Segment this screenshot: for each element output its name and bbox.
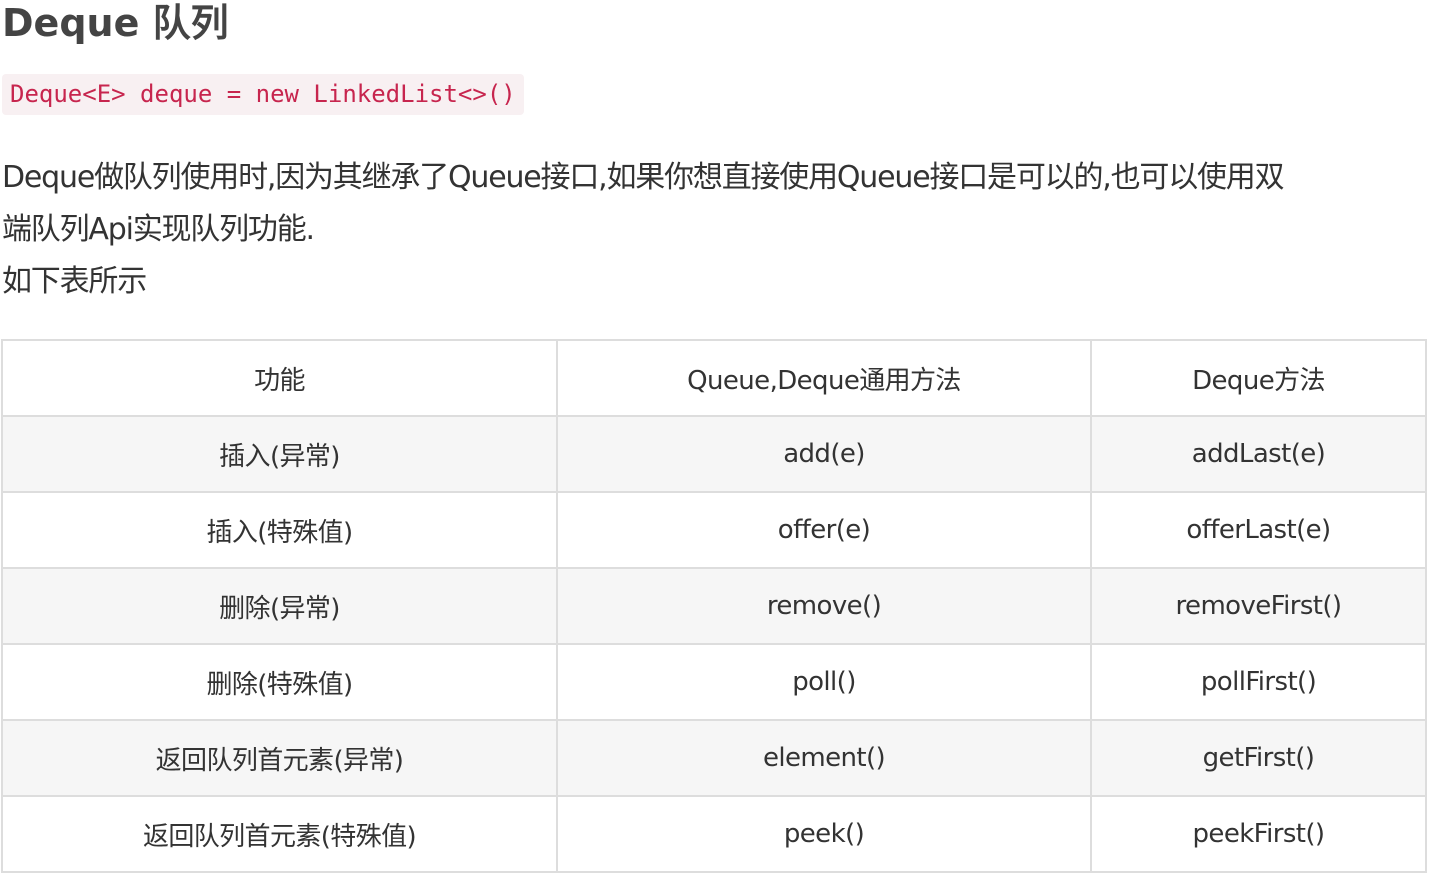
cell-deque-method: addLast(e) — [1090, 415, 1427, 493]
cell-deque-method: pollFirst() — [1090, 643, 1427, 721]
description-paragraph: Deque做队列使用时,因为其继承了Queue接口,如果你想直接使用Queue接… — [2, 152, 1422, 308]
cell-function: 插入(异常) — [1, 415, 558, 493]
paragraph-line-3: 如下表所示 — [2, 264, 147, 299]
cell-function: 返回队列首元素(异常) — [1, 719, 558, 797]
cell-function: 删除(特殊值) — [1, 643, 558, 721]
table-row: 返回队列首元素(异常) element() getFirst() — [1, 719, 1427, 797]
cell-deque-method: offerLast(e) — [1090, 491, 1427, 569]
paragraph-line-2: 端队列Api实现队列功能. — [2, 212, 315, 247]
cell-common-method: peek() — [556, 795, 1092, 873]
header-deque-method: Deque方法 — [1090, 339, 1427, 417]
cell-common-method: poll() — [556, 643, 1092, 721]
table-row: 返回队列首元素(特殊值) peek() peekFirst() — [1, 795, 1427, 873]
table-row: 删除(异常) remove() removeFirst() — [1, 567, 1427, 645]
table-row: 删除(特殊值) poll() pollFirst() — [1, 643, 1427, 721]
cell-function: 插入(特殊值) — [1, 491, 558, 569]
header-function: 功能 — [1, 339, 558, 417]
inline-code: Deque<E> deque = new LinkedList<>() — [2, 74, 524, 115]
table-header-row: 功能 Queue,Deque通用方法 Deque方法 — [1, 339, 1427, 417]
method-table: 功能 Queue,Deque通用方法 Deque方法 插入(异常) add(e)… — [1, 339, 1427, 873]
table-row: 插入(特殊值) offer(e) offerLast(e) — [1, 491, 1427, 569]
code-text: Deque<E> deque = new LinkedList<>() — [10, 80, 516, 108]
paragraph-line-1: Deque做队列使用时,因为其继承了Queue接口,如果你想直接使用Queue接… — [2, 160, 1285, 195]
cell-function: 返回队列首元素(特殊值) — [1, 795, 558, 873]
cell-common-method: element() — [556, 719, 1092, 797]
cell-common-method: offer(e) — [556, 491, 1092, 569]
section-heading: Deque 队列 — [2, 1, 229, 45]
cell-deque-method: getFirst() — [1090, 719, 1427, 797]
cell-deque-method: removeFirst() — [1090, 567, 1427, 645]
cell-function: 删除(异常) — [1, 567, 558, 645]
table-row: 插入(异常) add(e) addLast(e) — [1, 415, 1427, 493]
header-common-method: Queue,Deque通用方法 — [556, 339, 1092, 417]
cell-common-method: remove() — [556, 567, 1092, 645]
cell-common-method: add(e) — [556, 415, 1092, 493]
cell-deque-method: peekFirst() — [1090, 795, 1427, 873]
